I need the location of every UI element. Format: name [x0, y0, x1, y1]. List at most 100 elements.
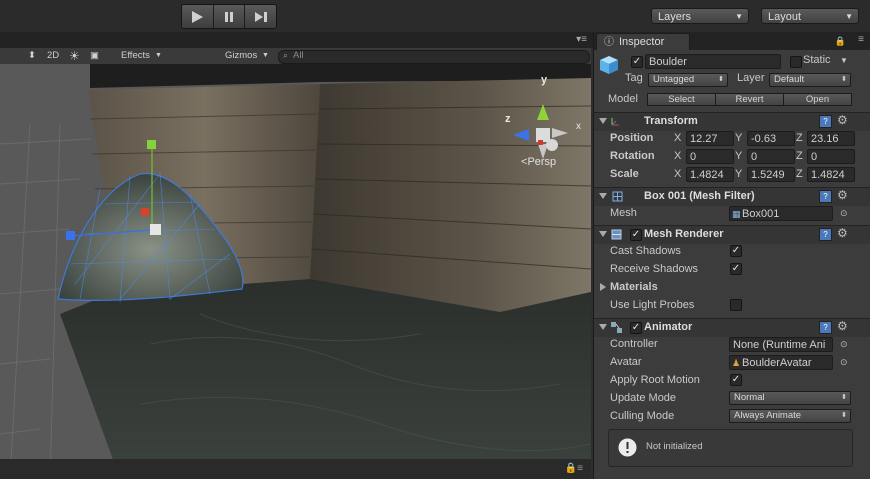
- projection-label[interactable]: <Persp: [521, 156, 556, 168]
- effects-dropdown[interactable]: Effects: [121, 48, 150, 64]
- animator-enabled-checkbox[interactable]: ✓: [630, 322, 642, 334]
- layer-dropdown[interactable]: Default ⬍: [769, 73, 851, 87]
- position-x-field[interactable]: 12.27: [686, 131, 734, 146]
- lighting-toggle-icon[interactable]: ☀: [69, 48, 80, 64]
- foldout-arrow-icon[interactable]: [599, 118, 607, 124]
- updown-arrow-icon: ⬍: [841, 412, 847, 419]
- foldout-arrow-icon[interactable]: [599, 231, 607, 237]
- mode-2d-button[interactable]: 2D: [47, 48, 59, 64]
- avatar-label: Avatar: [610, 356, 642, 368]
- scale-row: Scale X 1.4824 Y 1.5249 Z 1.4824: [594, 165, 870, 183]
- scale-y-field[interactable]: 1.5249: [747, 167, 795, 182]
- layers-dropdown[interactable]: Layers ▼: [651, 8, 749, 24]
- persp-label: Persp: [527, 156, 557, 168]
- position-z-field[interactable]: 23.16: [807, 131, 855, 146]
- step-button[interactable]: [245, 5, 276, 28]
- object-picker-icon[interactable]: ⊙: [840, 204, 848, 222]
- tag-value: Untagged: [653, 74, 695, 85]
- info-bubble-icon: [618, 438, 637, 457]
- updown-arrow-icon: ⬍: [841, 76, 847, 83]
- rotation-z-field[interactable]: 0: [807, 149, 855, 164]
- object-name-field[interactable]: Boulder: [645, 54, 781, 69]
- materials-row[interactable]: Materials: [594, 278, 870, 296]
- model-revert-button[interactable]: Revert: [715, 93, 784, 106]
- receive-shadows-checkbox[interactable]: ✓: [730, 263, 742, 275]
- gameobject-cube-icon: [600, 56, 618, 74]
- panel-menu-icon[interactable]: ≡: [858, 34, 864, 45]
- position-y-field[interactable]: -0.63: [747, 131, 795, 146]
- cast-shadows-checkbox[interactable]: ✓: [730, 245, 742, 257]
- tag-dropdown[interactable]: Untagged ⬍: [648, 73, 728, 87]
- controller-field[interactable]: None (Runtime Ani: [729, 337, 833, 352]
- rotation-y-field[interactable]: 0: [747, 149, 795, 164]
- rotation-row: Rotation X 0 Y 0 Z 0: [594, 147, 870, 165]
- mesh-object-field[interactable]: ▦ Box001: [729, 206, 833, 221]
- static-checkbox[interactable]: [790, 56, 802, 68]
- panel-menu-icon[interactable]: ▾≡: [576, 34, 587, 45]
- main-toolbar: Layers ▼ Layout ▼: [0, 0, 870, 33]
- layer-label: Layer: [737, 72, 765, 84]
- scene-tab-strip: ▾≡: [0, 32, 593, 48]
- lock-icon[interactable]: 🔒≡: [565, 463, 583, 474]
- update-mode-label: Update Mode: [610, 392, 677, 404]
- layout-dropdown[interactable]: Layout ▼: [761, 8, 859, 24]
- scene-view[interactable]: ⬍ 2D ☀ ▣ Effects ▼ Gizmos ▼ ⌕ All y z x …: [0, 48, 591, 479]
- avatar-field[interactable]: ♟ BoulderAvatar: [729, 355, 833, 370]
- root-motion-checkbox[interactable]: ✓: [730, 374, 742, 386]
- gear-icon[interactable]: ⚙: [837, 319, 848, 333]
- search-placeholder: All: [293, 50, 304, 61]
- help-icon[interactable]: ?: [819, 190, 832, 203]
- animator-status-box: Not initialized: [608, 429, 853, 467]
- foldout-arrow-icon[interactable]: [600, 283, 606, 291]
- model-open-button[interactable]: Open: [783, 93, 852, 106]
- layers-label: Layers: [658, 11, 692, 23]
- active-checkbox[interactable]: ✓: [631, 56, 643, 68]
- mesh-renderer-icon: [611, 229, 622, 240]
- pause-button[interactable]: [213, 5, 246, 28]
- gizmos-dropdown[interactable]: Gizmos: [225, 48, 257, 64]
- chevron-down-icon: ▼: [262, 52, 269, 59]
- model-select-button[interactable]: Select: [647, 93, 716, 106]
- object-picker-icon[interactable]: ⊙: [840, 335, 848, 353]
- light-probes-label: Use Light Probes: [610, 299, 695, 311]
- x-axis-label: X: [674, 150, 682, 162]
- transform-icon: [611, 118, 619, 126]
- play-icon: [192, 10, 204, 23]
- playback-controls: [181, 4, 277, 29]
- foldout-arrow-icon[interactable]: [599, 324, 607, 330]
- mesh-icon: ▦: [732, 209, 741, 219]
- animator-status-text: Not initialized: [646, 441, 703, 452]
- y-axis-label: Y: [735, 150, 743, 162]
- search-icon: ⌕: [283, 50, 289, 60]
- culling-mode-dropdown[interactable]: Always Animate ⬍: [729, 409, 851, 423]
- scale-z-field[interactable]: 1.4824: [807, 167, 855, 182]
- mesh-row: Mesh ▦ Box001 ⊙: [594, 204, 870, 222]
- chevron-down-icon[interactable]: ▼: [840, 56, 848, 65]
- mesh-renderer-enabled-checkbox[interactable]: ✓: [630, 229, 642, 241]
- y-axis-label: Y: [735, 132, 743, 144]
- animator-title: Animator: [644, 321, 693, 333]
- scale-x-field[interactable]: 1.4824: [686, 167, 734, 182]
- avatar-icon: ♟: [732, 358, 741, 368]
- cast-shadows-row: Cast Shadows ✓: [594, 242, 870, 260]
- chevron-down-icon: ▼: [735, 12, 743, 21]
- gear-icon[interactable]: ⚙: [837, 113, 848, 127]
- tab-inspector[interactable]: ⓘ Inspector: [596, 33, 690, 50]
- scene-search-input[interactable]: ⌕ All: [278, 50, 590, 64]
- scene-viewport[interactable]: [0, 64, 591, 479]
- help-icon[interactable]: ?: [819, 321, 832, 334]
- play-button[interactable]: [182, 5, 214, 28]
- gear-icon[interactable]: ⚙: [837, 188, 848, 202]
- mesh-value: Box001: [742, 208, 780, 220]
- help-icon[interactable]: ?: [819, 115, 832, 128]
- lock-icon[interactable]: 🔒: [835, 36, 846, 47]
- foldout-arrow-icon[interactable]: [599, 193, 607, 199]
- gear-icon[interactable]: ⚙: [837, 226, 848, 240]
- shading-mode-arrow-icon[interactable]: ⬍: [28, 48, 36, 64]
- audio-toggle-icon[interactable]: ▣: [90, 48, 99, 64]
- light-probes-checkbox[interactable]: [730, 299, 742, 311]
- help-icon[interactable]: ?: [819, 228, 832, 241]
- update-mode-dropdown[interactable]: Normal ⬍: [729, 391, 851, 405]
- rotation-x-field[interactable]: 0: [686, 149, 734, 164]
- object-picker-icon[interactable]: ⊙: [840, 353, 848, 371]
